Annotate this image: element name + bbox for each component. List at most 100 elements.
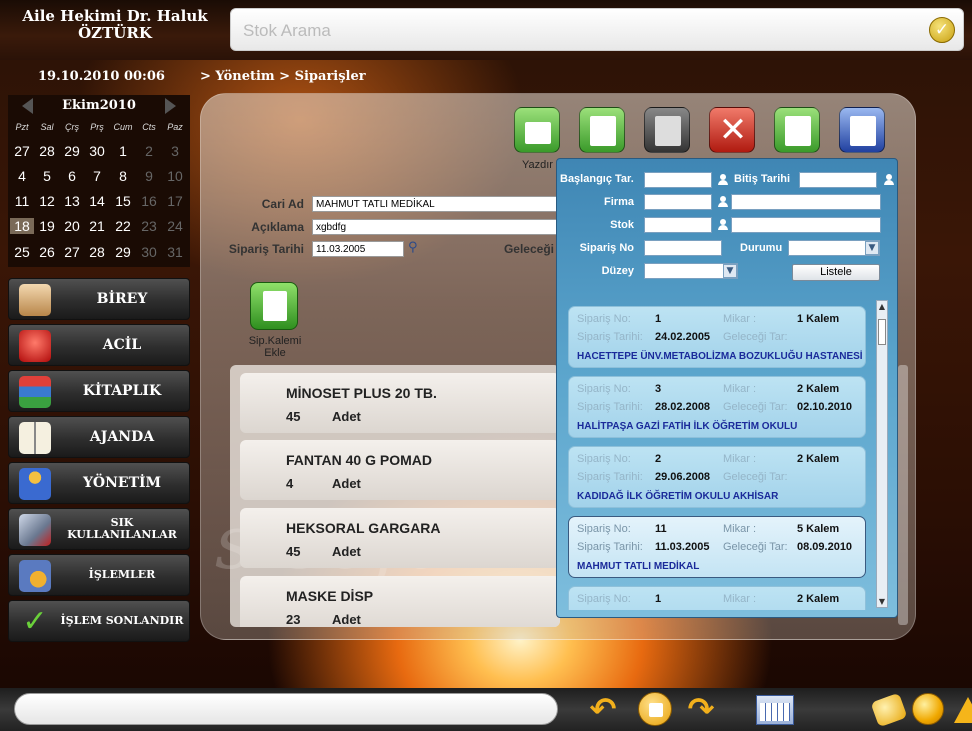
chevron-down-icon[interactable]: ▼ (723, 264, 737, 278)
scroll-down-icon[interactable]: ▼ (877, 597, 887, 606)
order-item[interactable]: HEKSORAL GARGARA 45 Adet (240, 508, 560, 568)
globe-icon[interactable] (912, 693, 944, 725)
order-item[interactable]: MASKE DİSP 23 Adet (240, 576, 560, 627)
menu-islem-sonlandir-button[interactable]: ✓ İŞLEM SONLANDIR (8, 600, 190, 642)
menu-islemler-button[interactable]: İŞLEMLER (8, 554, 190, 596)
calendar-day[interactable]: 9 (137, 168, 161, 184)
items-scrollbar[interactable] (898, 365, 908, 625)
siparis-tarihi-field[interactable]: 11.03.2005 (312, 241, 404, 257)
menu-yonetim-button[interactable]: YÖNETİM (8, 462, 190, 504)
forward-arrow-icon[interactable]: ↷ (684, 692, 718, 726)
calendar-day[interactable]: 5 (35, 168, 59, 184)
firma-name-field[interactable] (731, 194, 881, 210)
stok-code-field[interactable] (644, 217, 712, 233)
header: Aile Hekimi Dr. Haluk ÖZTÜRK Stok Arama … (0, 0, 972, 60)
aciklama-label: Açıklama (251, 220, 304, 234)
cari-ad-field[interactable]: MAHMUT TATLI MEDİKAL (312, 196, 558, 212)
calendar-day[interactable]: 11 (10, 193, 34, 209)
calendar-day[interactable]: 17 (163, 193, 187, 209)
calendar-day[interactable]: 21 (85, 218, 109, 234)
calendar-day[interactable]: 8 (111, 168, 135, 184)
scroll-thumb[interactable] (878, 319, 886, 345)
calendar-day[interactable]: 27 (10, 143, 34, 159)
calendar-day[interactable]: 10 (163, 168, 187, 184)
order-item[interactable]: FANTAN 40 G POMAD 4 Adet (240, 440, 560, 500)
check-icon[interactable]: ✓ (929, 17, 955, 43)
calendar-day[interactable]: 29 (111, 244, 135, 260)
calendar-day[interactable]: 25 (10, 244, 34, 260)
next-month-icon[interactable] (165, 98, 176, 114)
menu-sik-kullanilanlar-button[interactable]: SIK KULLANILANLAR (8, 508, 190, 550)
results-scrollbar[interactable]: ▲ ▼ (876, 300, 888, 608)
prev-month-icon[interactable] (22, 98, 33, 114)
add-order-item-button[interactable] (250, 282, 298, 330)
app-window: Aile Hekimi Dr. Haluk ÖZTÜRK Stok Arama … (0, 0, 972, 731)
calendar-day[interactable]: 4 (10, 168, 34, 184)
order-item[interactable]: MİNOSET PLUS 20 TB. 45 Adet (240, 373, 560, 433)
order-result-card-selected[interactable]: Sipariş No: 11 Mikar : 5 Kalem Sipariş T… (568, 516, 866, 578)
bitis-date-field[interactable] (799, 172, 877, 188)
person-icon[interactable] (718, 196, 728, 208)
calendar-day[interactable]: 22 (111, 218, 135, 234)
calendar-day[interactable]: 3 (163, 143, 187, 159)
siparis-no-field[interactable] (644, 240, 722, 256)
calendar-day[interactable]: 19 (35, 218, 59, 234)
document-button[interactable] (774, 107, 820, 153)
calendar-day[interactable]: 30 (137, 244, 161, 260)
order-result-card[interactable]: Sipariş No: 1 Mikar : 1 Kalem Sipariş Ta… (568, 306, 866, 368)
order-result-card[interactable]: Sipariş No: 3 Mikar : 2 Kalem Sipariş Ta… (568, 376, 866, 438)
save-button[interactable] (644, 107, 690, 153)
calendar-day[interactable]: 29 (60, 143, 84, 159)
command-input[interactable] (14, 693, 558, 725)
calendar-day[interactable]: 30 (85, 143, 109, 159)
warning-icon[interactable] (954, 697, 972, 723)
calendar-day[interactable]: 7 (85, 168, 109, 184)
calendar-icon[interactable] (756, 695, 794, 725)
calendar-day[interactable]: 6 (60, 168, 84, 184)
calendar-day[interactable]: 28 (85, 244, 109, 260)
search-report-button[interactable] (839, 107, 885, 153)
person-icon[interactable] (718, 219, 728, 231)
calendar-day[interactable]: 31 (163, 244, 187, 260)
calendar-day[interactable]: 27 (60, 244, 84, 260)
calendar-day[interactable]: 28 (35, 143, 59, 159)
calendar-day[interactable]: 1 (111, 143, 135, 159)
calendar-day[interactable]: 15 (111, 193, 135, 209)
menu-label: BİREY (96, 290, 148, 307)
baslangic-date-field[interactable] (644, 172, 712, 188)
menu-birey-button[interactable]: BİREY (8, 278, 190, 320)
person-icon[interactable] (884, 174, 894, 186)
stock-search-input[interactable]: Stok Arama ✓ (230, 8, 964, 51)
print-button[interactable] (514, 107, 560, 153)
calendar-day[interactable]: 12 (35, 193, 59, 209)
listele-button[interactable]: Listele (792, 264, 880, 281)
scroll-up-icon[interactable]: ▲ (877, 302, 887, 311)
calendar-day[interactable]: 24 (163, 218, 187, 234)
home-icon[interactable] (638, 692, 672, 726)
order-no-value: 3 (655, 383, 662, 395)
calendar-day[interactable]: 23 (137, 218, 161, 234)
menu-ajanda-button[interactable]: AJANDA (8, 416, 190, 458)
menu-acil-button[interactable]: ACİL (8, 324, 190, 366)
menu-kitaplik-button[interactable]: KİTAPLIK (8, 370, 190, 412)
calendar-day[interactable]: 26 (35, 244, 59, 260)
order-result-card[interactable]: Sipariş No: 1 Mikar : 2 Kalem (568, 586, 866, 610)
calendar-day[interactable]: 20 (60, 218, 84, 234)
calendar-day[interactable]: 16 (137, 193, 161, 209)
firma-code-field[interactable] (644, 194, 712, 210)
bitis-label: Bitiş Tarihi (734, 173, 791, 185)
calendar-day[interactable]: 2 (137, 143, 161, 159)
chevron-down-icon[interactable]: ▼ (865, 241, 879, 255)
delete-button[interactable]: ✕ (709, 107, 755, 153)
calendar-month-label: Ekim2010 (62, 98, 136, 113)
new-document-button[interactable] (579, 107, 625, 153)
aciklama-field[interactable]: xgbdfg (312, 219, 558, 235)
calendar-day[interactable]: 14 (85, 193, 109, 209)
stok-name-field[interactable] (731, 217, 881, 233)
back-arrow-icon[interactable]: ↶ (586, 692, 620, 726)
magnifier-icon[interactable]: ⚲ (408, 240, 418, 255)
calendar-day-today[interactable]: 18 (10, 218, 34, 234)
order-result-card[interactable]: Sipariş No: 2 Mikar : 2 Kalem Sipariş Ta… (568, 446, 866, 508)
person-icon[interactable] (718, 174, 728, 186)
calendar-day[interactable]: 13 (60, 193, 84, 209)
